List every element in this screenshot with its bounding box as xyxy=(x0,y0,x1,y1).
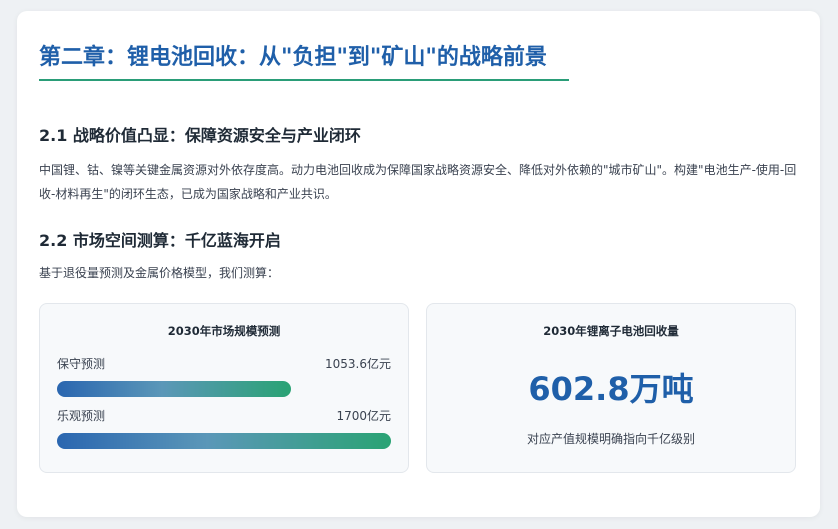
section-intro-market-space: 基于退役量预测及金属价格模型，我们测算： xyxy=(39,266,280,280)
content-card: 第二章：锂电池回收：从"负担"到"矿山"的战略前景 2.1 战略价值凸显：保障资… xyxy=(17,11,820,517)
forecast-value: 1700亿元 xyxy=(336,409,391,423)
recycling-volume-panel-title: 2030年锂离子电池回收量 xyxy=(543,324,679,338)
section-body-strategic-value: 中国锂、钴、镍等关键金属资源对外依存度高。动力电池回收成为保障国家战略资源安全、… xyxy=(39,163,797,201)
progress-track xyxy=(57,381,391,397)
recycling-volume-panel: 2030年锂离子电池回收量 602.8万吨 对应产值规模明确指向千亿级别 xyxy=(426,303,796,473)
progress-track xyxy=(57,433,391,449)
progress-bar-conservative xyxy=(57,381,291,397)
recycling-volume-note: 对应产值规模明确指向千亿级别 xyxy=(526,432,695,446)
chapter-title: 第二章：锂电池回收：从"负担"到"矿山"的战略前景 xyxy=(39,45,547,70)
market-size-panel-title: 2030年市场规模预测 xyxy=(167,324,281,338)
section-title-strategic-value: 2.1 战略价值凸显：保障资源安全与产业闭环 xyxy=(39,126,361,145)
forecast-row-optimistic: 乐观预测 1700亿元 xyxy=(57,407,391,451)
forecast-row-conservative: 保守预测 1053.6亿元 xyxy=(57,355,391,399)
title-underline xyxy=(39,79,569,81)
forecast-label: 保守预测 xyxy=(57,357,106,371)
forecast-label: 乐观预测 xyxy=(57,409,106,423)
section-title-market-space: 2.2 市场空间测算：千亿蓝海开启 xyxy=(39,231,281,250)
recycling-volume-value: 602.8万吨 xyxy=(528,370,694,408)
market-size-panel: 2030年市场规模预测 保守预测 1053.6亿元 乐观预测 1700亿元 xyxy=(39,303,409,473)
forecast-value: 1053.6亿元 xyxy=(325,357,391,371)
progress-bar-optimistic xyxy=(57,433,391,449)
